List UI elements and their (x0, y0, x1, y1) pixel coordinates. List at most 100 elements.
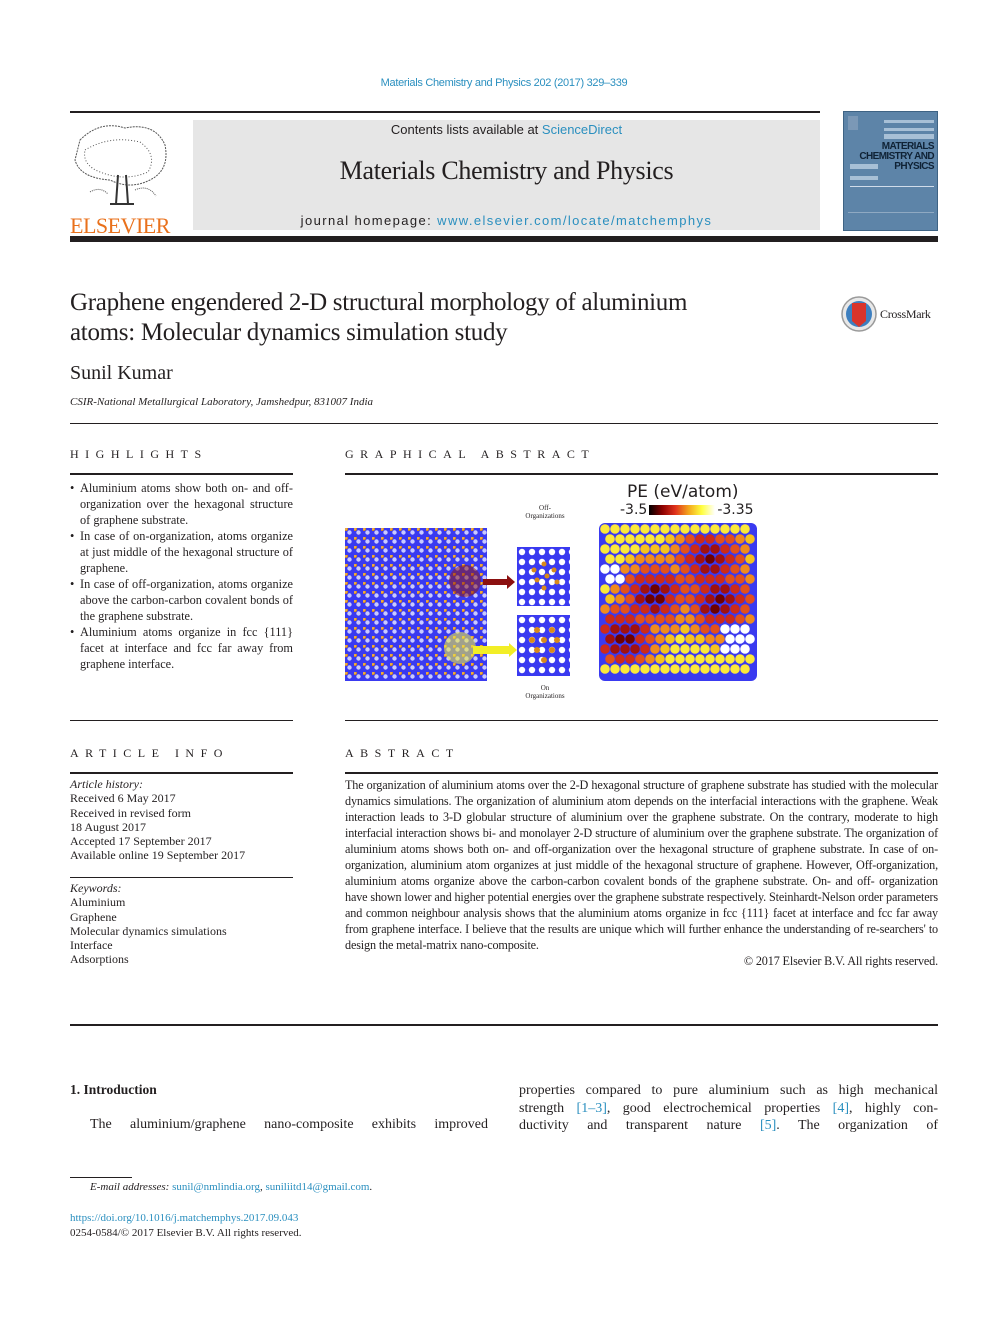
keyword: Graphene (70, 909, 117, 924)
pe-atom (685, 574, 695, 584)
journal-cover-thumbnail[interactable]: MATERIALS CHEMISTRY AND PHYSICS (843, 111, 938, 231)
pe-atom (705, 614, 715, 624)
author-name[interactable]: Sunil Kumar (70, 362, 173, 385)
divider (70, 772, 293, 774)
elsevier-logo[interactable]: ELSEVIER (70, 120, 172, 237)
pe-atom (725, 574, 735, 584)
pe-atom (615, 634, 625, 644)
pe-atom (710, 564, 720, 574)
pe-atom (710, 544, 720, 554)
reference-link[interactable]: [5] (760, 1118, 776, 1133)
pe-atom (700, 584, 710, 594)
pe-atom (600, 664, 610, 674)
pe-atom (690, 544, 700, 554)
pe-atom (650, 524, 660, 534)
keywords-label: Keywords: (70, 881, 122, 895)
pe-atom (620, 644, 630, 654)
pe-atom (660, 664, 670, 674)
pe-atom (680, 544, 690, 554)
pe-atom (660, 544, 670, 554)
pe-atom (670, 544, 680, 554)
pe-atom (705, 534, 715, 544)
pe-atom (695, 594, 705, 604)
divider (345, 473, 938, 475)
pe-atom (695, 534, 705, 544)
pe-atom (645, 534, 655, 544)
pe-atom (600, 604, 610, 614)
divider (70, 877, 293, 878)
pe-atom (695, 654, 705, 664)
pe-atom (660, 644, 670, 654)
pe-atom (680, 524, 690, 534)
pe-atom (685, 554, 695, 564)
pe-atom (650, 644, 660, 654)
history-label: Article history: (70, 777, 143, 791)
cover-bar (850, 186, 934, 187)
text-span: ductivity and transparent nature (519, 1118, 760, 1134)
pe-atom (670, 564, 680, 574)
email-link[interactable]: suniliitd14@gmail.com (265, 1181, 369, 1193)
pe-atom (640, 664, 650, 674)
journal-homepage-link[interactable]: www.elsevier.com/locate/matchemphys (437, 213, 712, 228)
pe-atom (600, 644, 610, 654)
pe-atom (710, 584, 720, 594)
journal-citation-link[interactable]: Materials Chemistry and Physics 202 (201… (0, 77, 992, 89)
pe-atom (730, 564, 740, 574)
pe-atom (670, 664, 680, 674)
pe-atom (705, 554, 715, 564)
pe-atom (635, 534, 645, 544)
keywords: Keywords: Aluminium Graphene Molecular d… (70, 881, 293, 967)
pe-atom (610, 544, 620, 554)
graphical-abstract-figure[interactable]: Off- Organizations On Organizations PE (… (345, 480, 765, 705)
pe-atom (605, 574, 615, 584)
pe-atom (705, 574, 715, 584)
sciencedirect-link[interactable]: ScienceDirect (542, 122, 622, 137)
pe-atom (645, 634, 655, 644)
introduction-text-right: properties compared to pure aluminium su… (519, 1082, 938, 1135)
pe-atom (690, 524, 700, 534)
pe-atom (650, 664, 660, 674)
pe-atom (715, 574, 725, 584)
pe-atom (630, 584, 640, 594)
pe-atom (605, 594, 615, 604)
pe-atom (635, 634, 645, 644)
pe-atom (660, 564, 670, 574)
email-link[interactable]: sunil@nmlindia.org (172, 1181, 260, 1193)
pe-atom (690, 664, 700, 674)
pe-atom (635, 614, 645, 624)
pe-atom (620, 584, 630, 594)
doi-link[interactable]: https://doi.org/10.1016/j.matchemphys.20… (70, 1211, 302, 1226)
pe-atom (610, 564, 620, 574)
pe-atom (665, 654, 675, 664)
pe-atom (645, 654, 655, 664)
pe-atom (610, 584, 620, 594)
pe-atom (725, 614, 735, 624)
pe-atom (745, 534, 755, 544)
crossmark-button[interactable]: CrossMark (840, 295, 931, 333)
pe-atom (700, 604, 710, 614)
pe-atom (725, 634, 735, 644)
pe-atom (615, 614, 625, 624)
pe-atom (685, 534, 695, 544)
on-organization-image (517, 615, 570, 676)
pe-atom (710, 664, 720, 674)
pe-atom (635, 574, 645, 584)
pe-atom (660, 524, 670, 534)
pe-atom (730, 584, 740, 594)
article-info-heading: Article info (70, 746, 229, 760)
pe-atom (690, 564, 700, 574)
pe-atom (620, 624, 630, 634)
pe-atom (600, 564, 610, 574)
article-title: Graphene engendered 2-D structural morph… (70, 288, 810, 348)
label-line: Organizations (525, 692, 565, 700)
pe-atom (680, 604, 690, 614)
pe-atom (685, 614, 695, 624)
contents-prefix: Contents lists available at (390, 122, 542, 137)
pe-atom (630, 624, 640, 634)
reference-link[interactable]: [1–3] (577, 1101, 607, 1116)
text-span: , highly con- (848, 1100, 938, 1116)
pe-atom (640, 624, 650, 634)
pe-atom (675, 534, 685, 544)
history-item: 18 August 2017 (70, 819, 147, 834)
reference-link[interactable]: [4] (833, 1101, 849, 1116)
